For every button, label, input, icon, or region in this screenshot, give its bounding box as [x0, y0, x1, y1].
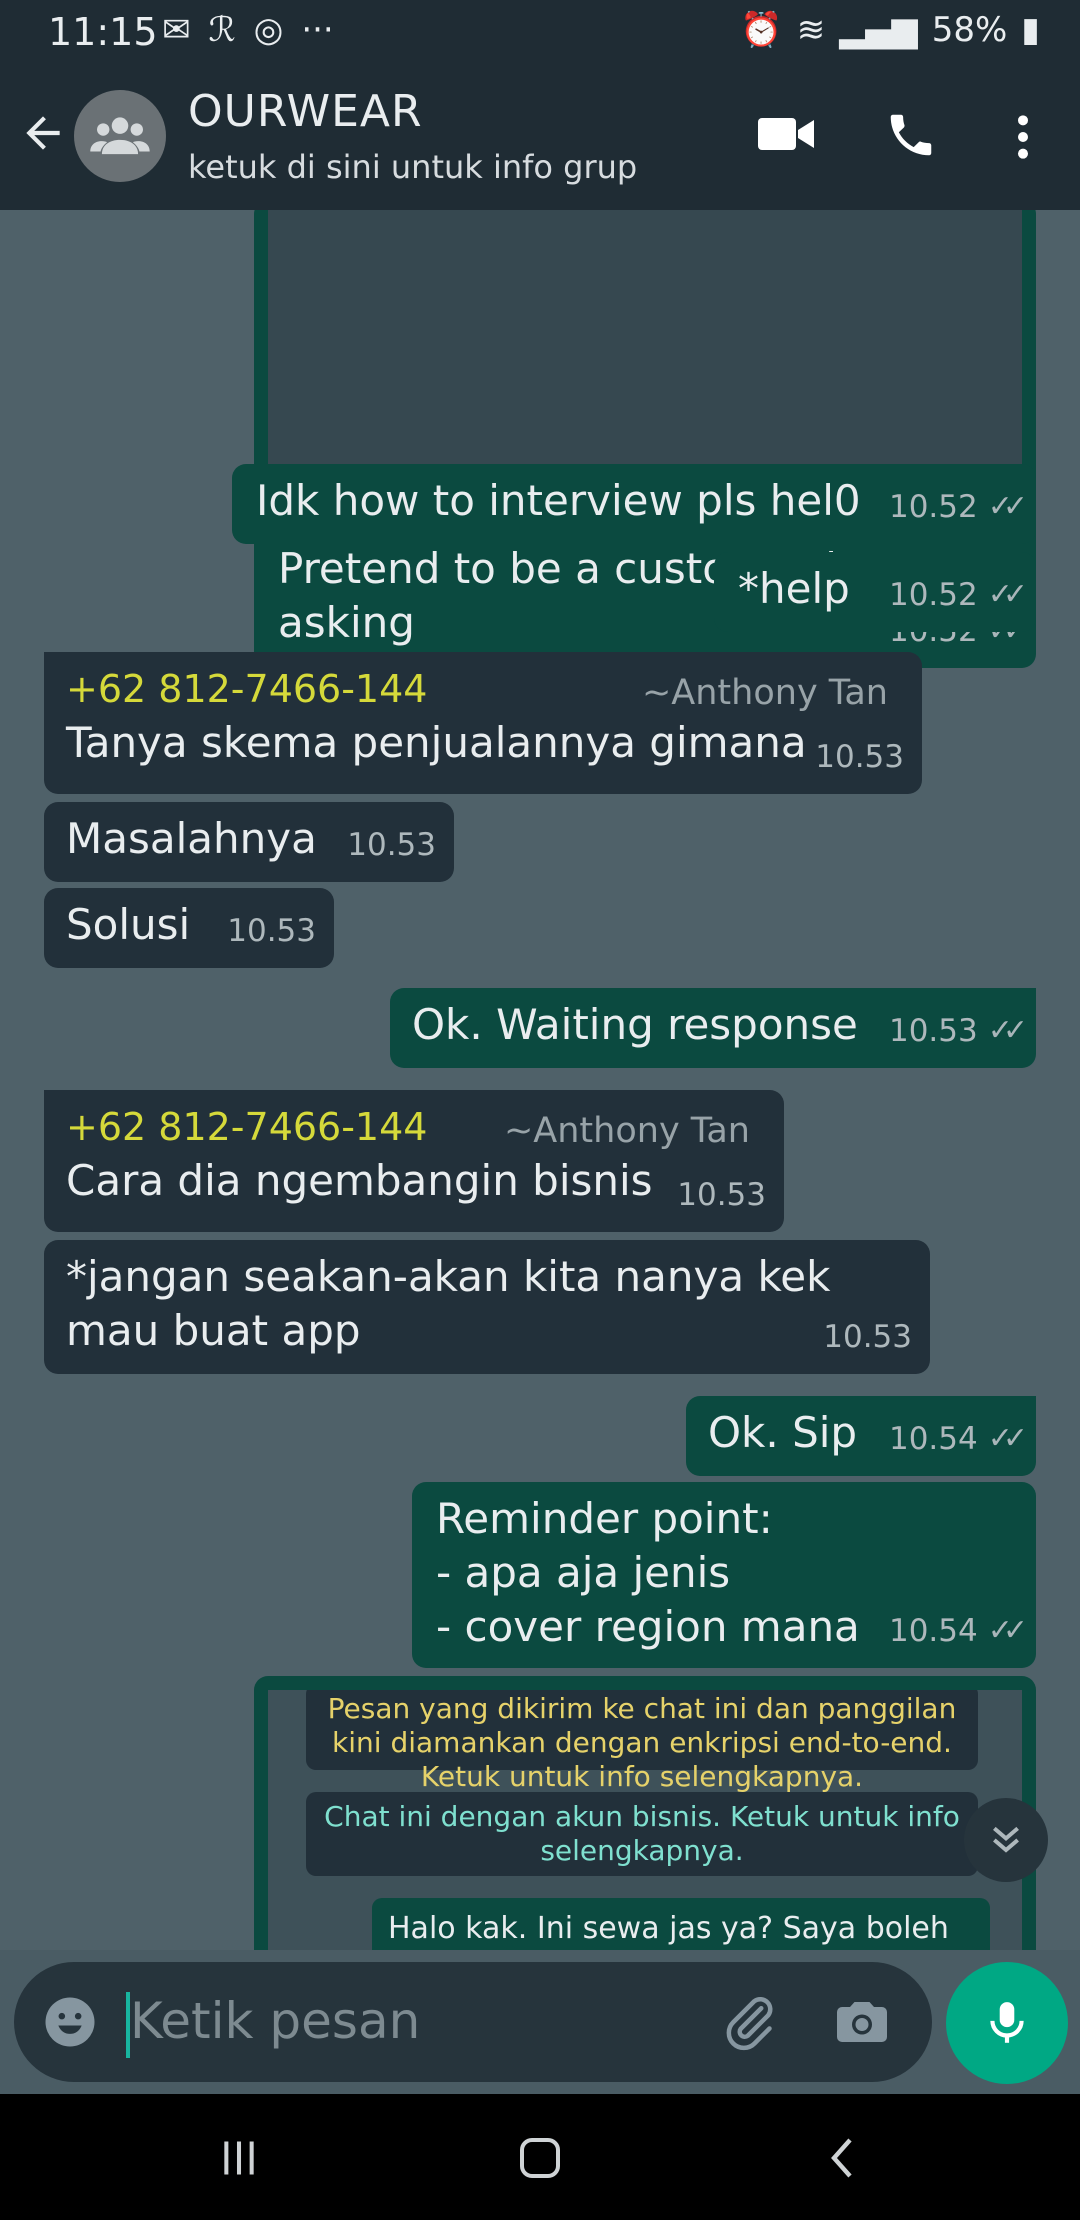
message-meta: 10.54 ✓✓ — [888, 1412, 1028, 1466]
message-text: Idk how to interview pls hel0 — [256, 476, 861, 525]
message-time: 10.53 — [815, 739, 904, 775]
message-text: Solusi — [66, 900, 191, 949]
message-input[interactable]: Ketik pesan — [130, 1992, 420, 2050]
message-time: 10.54 — [888, 1613, 978, 1649]
sender-name: ~Anthony Tan — [503, 1111, 750, 1151]
group-avatar[interactable] — [74, 90, 166, 182]
message-text: Masalahnya — [66, 814, 317, 863]
message-bubble-incoming[interactable]: +62 812-7466-144 ~Anthony Tan Tanya skem… — [44, 652, 922, 794]
read-ticks-icon: ✓✓ — [987, 1421, 1028, 1456]
business-account-card: Chat ini dengan akun bisnis. Ketuk untuk… — [306, 1792, 978, 1876]
message-meta: 10.53 — [823, 1310, 912, 1364]
attachment-icon[interactable] — [720, 1992, 780, 2052]
battery-percent: 58% — [931, 10, 1008, 50]
home-icon[interactable] — [516, 2134, 564, 2182]
system-icons: ⏰ ≋ ▂▄▆ 58% ▮ — [740, 10, 1040, 50]
status-bar: 11:15 ✉ ℛ ◎ ··· ⏰ ≋ ▂▄▆ 58% ▮ — [0, 0, 1080, 64]
message-bubble-incoming[interactable]: +62 812-7466-144 ~Anthony Tan Cara dia n… — [44, 1090, 784, 1232]
group-icon — [90, 117, 150, 155]
app-icon: ℛ — [208, 10, 236, 50]
read-ticks-icon: ✓✓ — [987, 1613, 1028, 1648]
chat-messages[interactable]: Pretend to be a customer just asking 10.… — [0, 210, 1080, 1950]
message-time: 10.53 — [888, 1013, 978, 1049]
message-bubble-outgoing[interactable]: Reminder point: - apa aja jenis - cover … — [412, 1482, 1036, 1668]
message-time: 10.52 — [888, 489, 978, 525]
status-time: 11:15 — [48, 10, 158, 54]
sender-name: ~Anthony Tan — [641, 673, 888, 713]
message-bubble-outgoing[interactable]: Idk how to interview pls hel0 10.52 ✓✓ — [232, 464, 1036, 544]
message-time: 10.53 — [347, 827, 436, 863]
message-bubble-outgoing[interactable]: *help 10.52 ✓✓ — [714, 552, 1036, 632]
message-text: Ok. Waiting response — [412, 1000, 858, 1049]
message-meta: 10.53 ✓✓ — [888, 1004, 1028, 1058]
message-text-line: - apa aja jenis — [436, 1548, 731, 1597]
message-text: Ok. Sip — [708, 1408, 858, 1457]
message-bubble-incoming[interactable]: Masalahnya 10.53 — [44, 802, 454, 882]
system-navigation-bar — [0, 2094, 1080, 2220]
read-ticks-icon: ✓✓ — [987, 577, 1028, 612]
message-text: Cara dia ngembangin bisnis — [66, 1156, 653, 1205]
notification-icons: ✉ ℛ ◎ ··· — [162, 10, 334, 50]
read-ticks-icon: ✓✓ — [987, 1013, 1028, 1048]
message-text-line: Reminder point: — [436, 1494, 773, 1543]
message-meta: 10.53 — [227, 904, 316, 958]
message-meta: 10.54 ✓✓ — [888, 1604, 1028, 1658]
message-meta: 10.53 — [347, 818, 436, 872]
message-time: 10.53 — [677, 1177, 766, 1213]
mail-icon: ✉ — [162, 10, 191, 50]
message-text: *jangan seakan-akan kita nanya kek mau b… — [66, 1252, 831, 1355]
message-meta: 10.53 — [815, 730, 904, 784]
message-meta: 10.53 — [677, 1168, 766, 1222]
message-bubble-outgoing[interactable]: Ok. Waiting response 10.53 ✓✓ — [390, 988, 1036, 1068]
image-message-outgoing[interactable]: Pesan yang dikirim ke chat ini dan pangg… — [254, 1676, 1036, 1950]
message-time: 10.53 — [227, 913, 316, 949]
message-bubble-incoming[interactable]: *jangan seakan-akan kita nanya kek mau b… — [44, 1240, 930, 1374]
signal-icon: ▂▄▆ — [839, 10, 918, 50]
double-chevron-down-icon — [993, 1826, 1019, 1853]
message-meta: 10.52 ✓✓ — [888, 480, 1028, 534]
voice-message-button[interactable] — [946, 1962, 1068, 2084]
message-time: 10.53 — [823, 1319, 912, 1355]
emoji-icon[interactable] — [42, 1994, 98, 2050]
preview-message: Halo kak. Ini sewa jas ya? Saya boleh — [372, 1898, 990, 1950]
back-icon[interactable] — [820, 2134, 868, 2182]
recent-apps-icon[interactable] — [216, 2136, 262, 2180]
scroll-to-bottom-button[interactable] — [964, 1798, 1048, 1882]
message-text: *help — [738, 564, 850, 613]
back-arrow-icon[interactable] — [18, 108, 68, 158]
message-bubble-incoming[interactable]: Solusi 10.53 — [44, 888, 334, 968]
more-options-icon[interactable] — [1006, 112, 1040, 162]
message-meta: 10.52 ✓✓ — [888, 568, 1028, 622]
instagram-icon: ◎ — [253, 10, 284, 50]
read-ticks-icon: ✓✓ — [987, 489, 1028, 524]
screenshot-attachment[interactable]: Pesan yang dikirim ke chat ini dan pangg… — [268, 1690, 1022, 1950]
more-notifications-icon: ··· — [301, 10, 334, 50]
message-time: 10.54 — [888, 1421, 978, 1457]
message-composer[interactable]: Ketik pesan — [14, 1962, 932, 2082]
alarm-icon: ⏰ — [740, 10, 783, 50]
microphone-icon — [990, 2002, 1024, 2043]
voice-call-icon[interactable] — [884, 108, 938, 162]
encryption-notice-card: Pesan yang dikirim ke chat ini dan pangg… — [306, 1690, 978, 1793]
battery-icon: ▮ — [1021, 10, 1040, 50]
video-call-icon[interactable] — [756, 114, 816, 154]
group-subtitle[interactable]: ketuk di sini untuk info grup — [188, 148, 637, 186]
message-text: Tanya skema penjualannya gimana — [66, 718, 807, 767]
wifi-icon: ≋ — [796, 10, 826, 50]
group-title[interactable]: OURWEAR — [188, 86, 423, 137]
message-bubble-outgoing[interactable]: Ok. Sip 10.54 ✓✓ — [686, 1396, 1036, 1476]
camera-icon[interactable] — [832, 1992, 892, 2052]
message-time: 10.52 — [888, 577, 978, 613]
chat-header[interactable]: OURWEAR ketuk di sini untuk info grup — [0, 64, 1080, 210]
